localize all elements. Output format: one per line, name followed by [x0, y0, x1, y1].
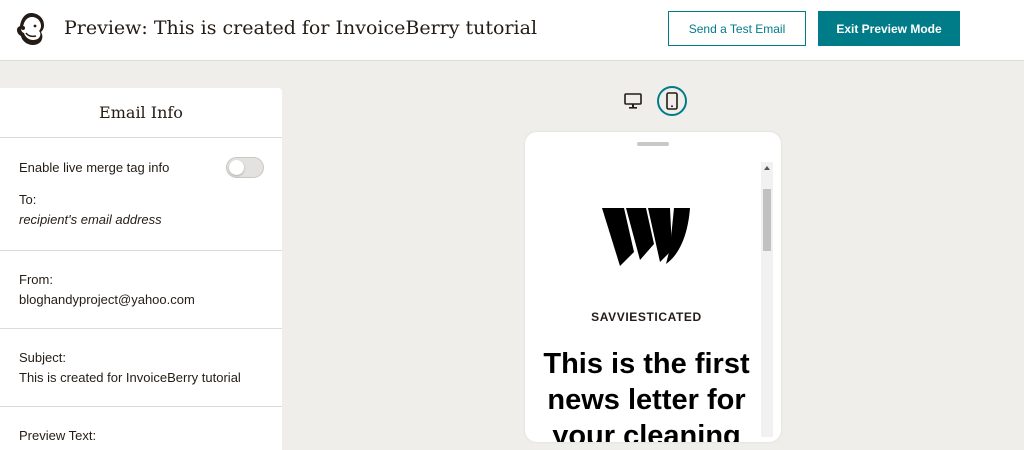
- merge-tag-toggle-row: Enable live merge tag info: [0, 138, 282, 178]
- exit-preview-mode-button[interactable]: Exit Preview Mode: [818, 11, 960, 46]
- preview-text-label: Preview Text:: [19, 428, 97, 443]
- email-content: SAVVIESTICATED This is the first news le…: [525, 160, 761, 442]
- panel-title: Email Info: [0, 88, 282, 138]
- savviesticated-logo-icon: [602, 208, 690, 266]
- mobile-preview-frame: SAVVIESTICATED This is the first news le…: [525, 132, 781, 442]
- to-value: recipient's email address: [19, 212, 162, 227]
- send-test-email-button[interactable]: Send a Test Email: [668, 11, 806, 46]
- page-title: Preview: This is created for InvoiceBerr…: [64, 17, 538, 39]
- scroll-thumb[interactable]: [763, 189, 771, 251]
- mobile-view-button[interactable]: [657, 86, 687, 116]
- from-value: bloghandyproject@yahoo.com: [19, 292, 195, 307]
- headline-line: your cleaning: [552, 420, 741, 442]
- headline-line: This is the first: [543, 348, 750, 380]
- mobile-icon: [666, 92, 678, 110]
- email-info-panel: Email Info Enable live merge tag info To…: [0, 88, 282, 450]
- subject-label: Subject:: [19, 350, 66, 365]
- mailchimp-logo-icon[interactable]: [14, 11, 48, 47]
- desktop-view-button[interactable]: [618, 86, 648, 116]
- phone-notch: [637, 142, 669, 146]
- desktop-icon: [624, 93, 642, 109]
- to-label: To:: [19, 192, 37, 207]
- top-bar: Preview: This is created for InvoiceBerr…: [0, 0, 1024, 61]
- brand-name: SAVVIESTICATED: [591, 310, 702, 324]
- preview-scrollbar[interactable]: [761, 162, 773, 437]
- merge-tag-toggle-label: Enable live merge tag info: [19, 160, 170, 175]
- from-label: From:: [19, 272, 53, 287]
- scroll-up-arrow-icon[interactable]: [764, 166, 770, 170]
- live-merge-tag-toggle[interactable]: [226, 157, 264, 178]
- email-headline: This is the first news letter for your c…: [525, 346, 761, 442]
- subject-section: Subject: This is created for InvoiceBerr…: [0, 329, 282, 407]
- toggle-knob: [229, 160, 244, 175]
- headline-line: news letter for: [547, 384, 746, 416]
- to-section: To: recipient's email address: [0, 178, 282, 251]
- from-section: From: bloghandyproject@yahoo.com: [0, 251, 282, 329]
- preview-text-section: Preview Text:: [0, 407, 282, 445]
- subject-value: This is created for InvoiceBerry tutoria…: [19, 370, 241, 385]
